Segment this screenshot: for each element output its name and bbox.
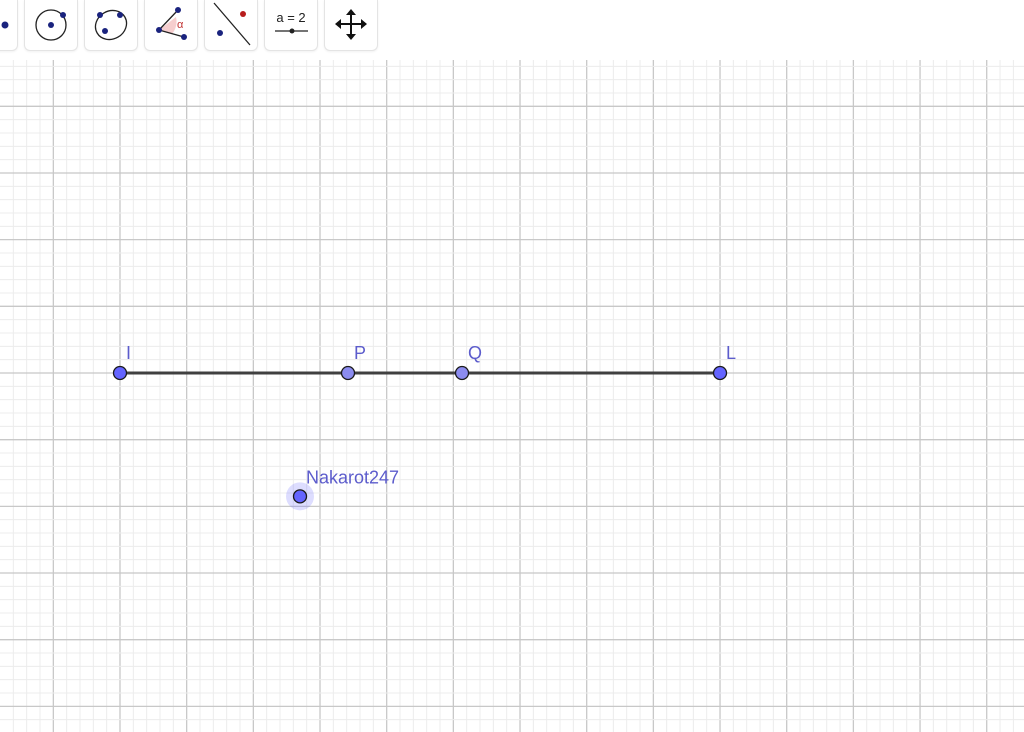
svg-text:α: α (177, 19, 184, 31)
perpendicular-line-tool-button[interactable] (204, 0, 258, 51)
slider-tool-button[interactable]: a = 2 (264, 0, 318, 51)
slider-icon: a = 2 (275, 10, 308, 34)
point-tool-button[interactable] (0, 0, 18, 51)
perpendicular-line-icon (213, 2, 251, 46)
point-Q[interactable] (454, 365, 470, 381)
circle-center-point-tool-button[interactable] (24, 0, 78, 51)
move-arrows-icon (335, 9, 367, 40)
circle-three-points-icon (94, 9, 128, 41)
point-icon (1, 21, 9, 29)
circle-center-point-icon (35, 9, 67, 41)
point-label-Q: Q (468, 343, 482, 363)
move-graphics-view-tool-button[interactable] (324, 0, 378, 51)
svg-text:a = 2: a = 2 (276, 10, 305, 25)
angle-icon: α (156, 7, 187, 40)
point-label-I: I (126, 343, 131, 363)
angle-tool-button[interactable]: α (144, 0, 198, 51)
toolbar: α a = 2 (0, 0, 1024, 60)
point-label-L: L (726, 343, 736, 363)
point-L[interactable] (712, 365, 728, 381)
point-Nakarot247[interactable] (292, 489, 308, 504)
graphics-view[interactable]: I P Q L Nakarot247 (0, 60, 1024, 732)
point-label-Nakarot247: Nakarot247 (306, 467, 399, 487)
point-label-P: P (354, 343, 366, 363)
point-P[interactable] (340, 365, 356, 381)
point-I[interactable] (112, 365, 128, 381)
circle-three-points-tool-button[interactable] (84, 0, 138, 51)
grid (0, 60, 1024, 732)
